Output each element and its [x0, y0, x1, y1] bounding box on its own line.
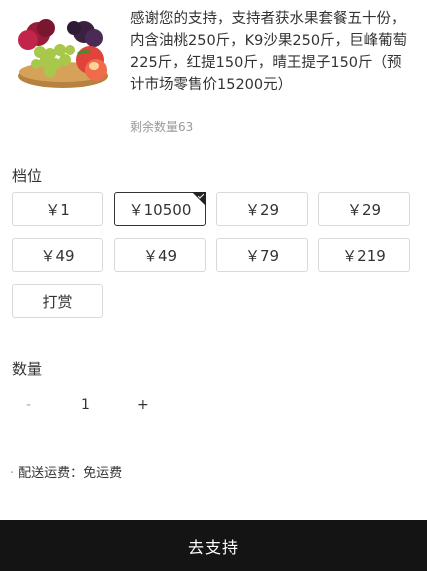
- tip-button[interactable]: 打赏: [12, 284, 103, 318]
- tier-option-label: ￥49: [40, 246, 75, 265]
- tier-option-4[interactable]: ￥29: [318, 192, 410, 226]
- selected-check-icon: [192, 192, 206, 206]
- fruit-basket-image: [18, 19, 108, 88]
- support-button[interactable]: 去支持: [0, 520, 427, 571]
- shipping-info: · 配送运费：免运费: [10, 462, 122, 481]
- tier-option-label: ￥219: [342, 246, 386, 265]
- tier-option-1[interactable]: ￥1: [12, 192, 103, 226]
- support-button-label: 去支持: [187, 537, 239, 557]
- tier-option-8[interactable]: ￥219: [318, 238, 410, 272]
- tier-option-3[interactable]: ￥29: [216, 192, 308, 226]
- tier-option-label: ￥49: [142, 246, 178, 265]
- tier-option-5[interactable]: ￥49: [12, 238, 103, 272]
- bullet-icon: ·: [10, 466, 15, 481]
- quantity-value: 1: [81, 397, 90, 413]
- tier-option-label: ￥79: [244, 246, 280, 265]
- tier-option-label: ￥10500: [128, 200, 192, 219]
- tier-option-label: ￥29: [244, 200, 280, 219]
- product-summary: 感谢您的支持，支持者获水果套餐五十份，内含油桃250斤，K9沙果250斤，巨峰葡…: [0, 0, 427, 150]
- tier-section-title: 档位: [12, 167, 43, 185]
- tier-option-6[interactable]: ￥49: [114, 238, 206, 272]
- shipping-text: 配送运费：免运费: [18, 466, 123, 481]
- tier-option-label: 打赏: [42, 292, 73, 311]
- tier-option-7[interactable]: ￥79: [216, 238, 308, 272]
- tier-option-2-selected[interactable]: ￥10500: [114, 192, 206, 226]
- decrease-quantity-button[interactable]: -: [26, 397, 31, 413]
- product-description: 感谢您的支持，支持者获水果套餐五十份，内含油桃250斤，K9沙果250斤，巨峰葡…: [130, 11, 408, 93]
- tier-option-label: ￥29: [346, 200, 382, 219]
- quantity-stepper: - 1 +: [0, 393, 200, 419]
- tier-option-label: ￥1: [45, 200, 70, 219]
- remaining-quantity: 剩余数量63: [130, 120, 194, 134]
- increase-quantity-button[interactable]: +: [137, 397, 149, 413]
- quantity-section-title: 数量: [12, 360, 43, 378]
